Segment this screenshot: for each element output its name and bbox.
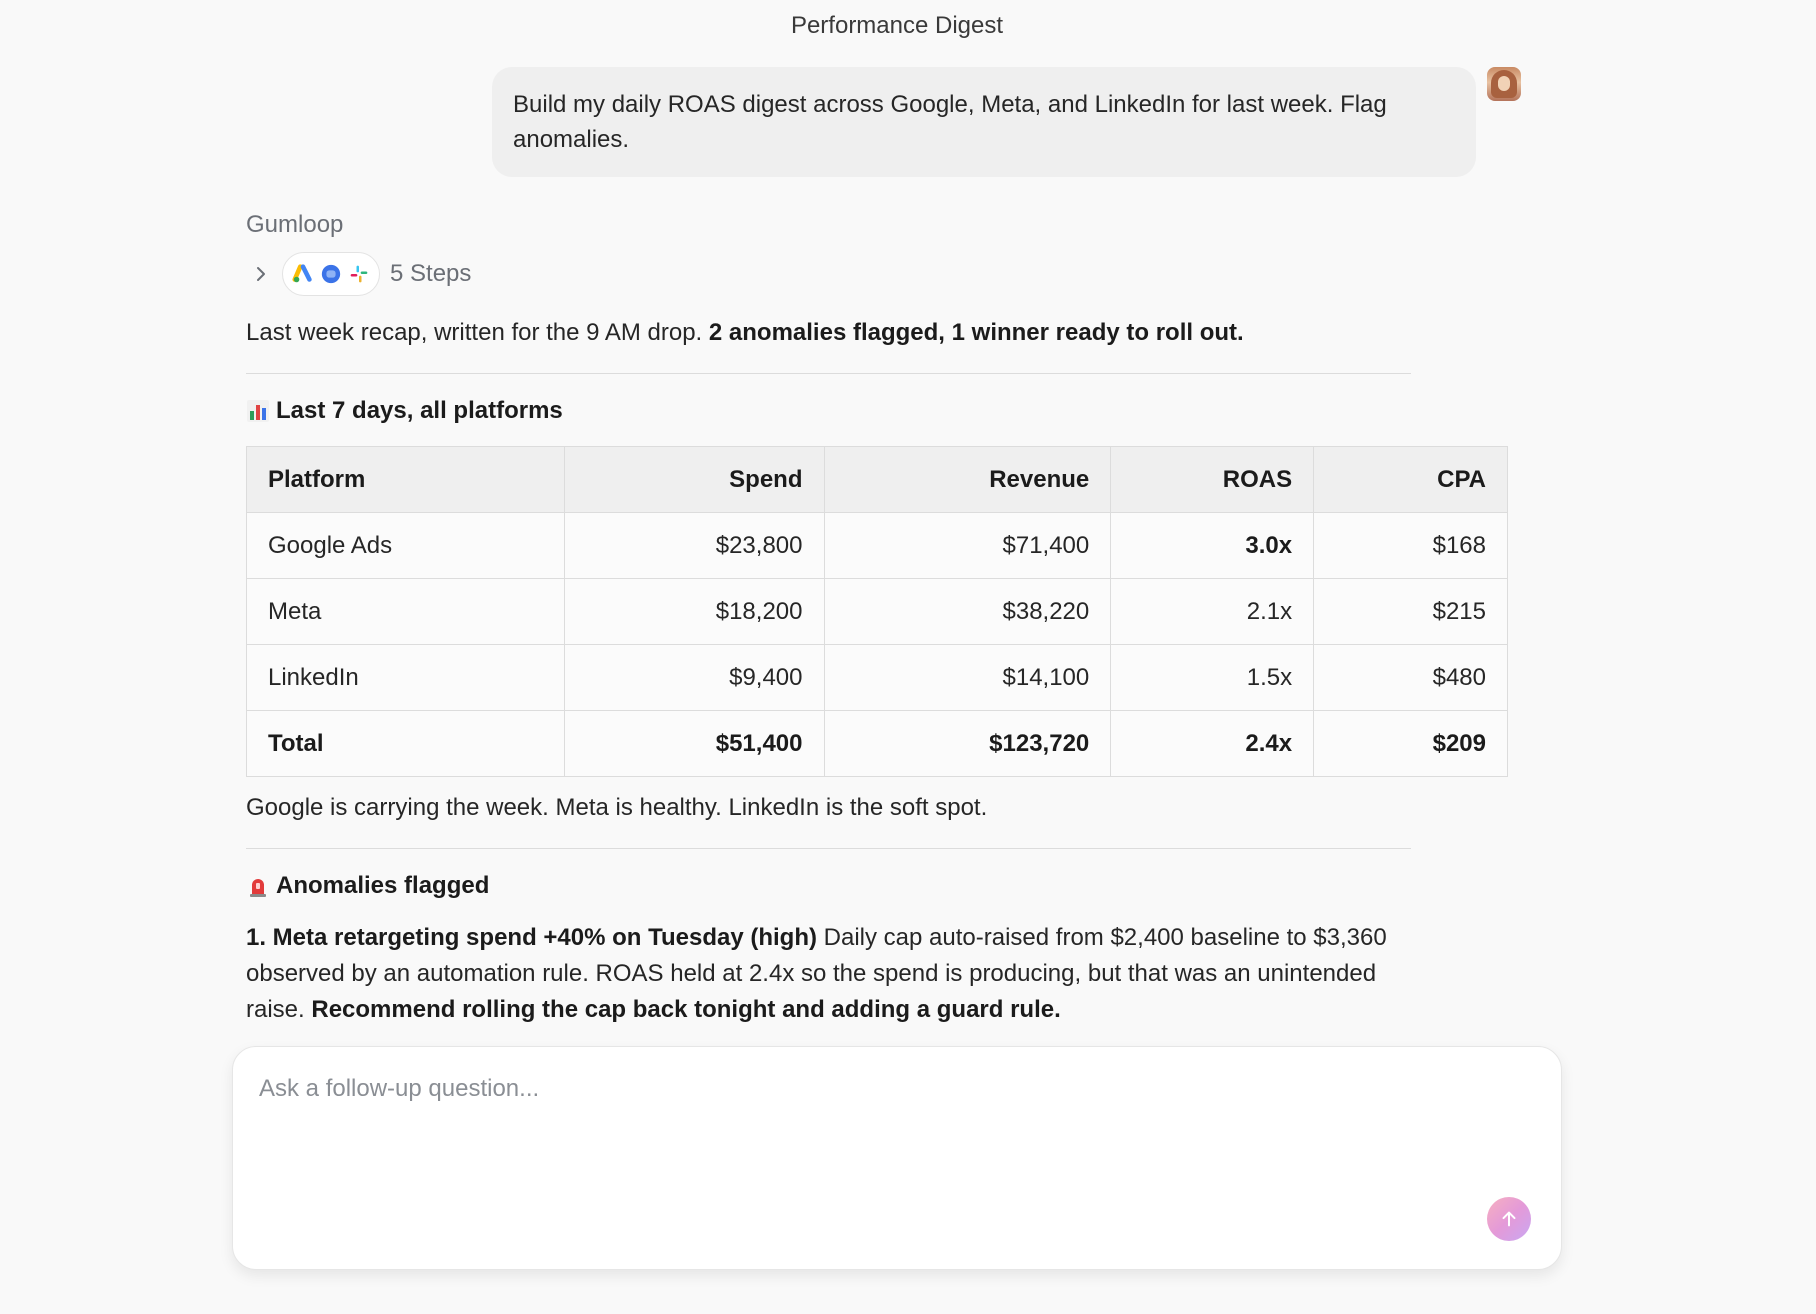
composer (232, 1046, 1562, 1270)
col-header-platform: Platform (246, 446, 565, 513)
divider (246, 373, 1411, 374)
table-row: Google Ads $23,800 $71,400 3.0x $168 (246, 512, 1508, 579)
steps-toggle[interactable]: 5 Steps (246, 252, 472, 296)
section-title: Anomalies flagged (276, 872, 490, 899)
arrow-up-icon (1502, 1211, 1516, 1227)
cell-spend: $23,800 (563, 512, 825, 579)
cell-spend: $18,200 (563, 578, 825, 645)
chevron-right-icon[interactable] (246, 254, 276, 294)
cell-roas: 2.1x (1110, 578, 1315, 645)
cell-roas: 1.5x (1110, 644, 1315, 711)
avatar-face (1498, 76, 1510, 91)
assistant-name: Gumloop (246, 211, 344, 238)
cell-total-revenue: $123,720 (823, 710, 1112, 777)
siren-icon (246, 874, 270, 898)
cell-cpa: $215 (1313, 578, 1508, 645)
cell-total-spend: $51,400 (563, 710, 825, 777)
send-button[interactable] (1487, 1197, 1531, 1241)
cell-platform: LinkedIn (246, 644, 565, 711)
table-row: LinkedIn $9,400 $14,100 1.5x $480 (246, 644, 1508, 711)
anomaly-item: 1. Meta retargeting spend +40% on Tuesda… (246, 920, 1426, 1028)
intro-paragraph: Last week recap, written for the 9 AM dr… (246, 315, 1244, 351)
anomaly-title: 1. Meta retargeting spend +40% on Tuesda… (246, 924, 817, 951)
intro-text: Last week recap, written for the 9 AM dr… (246, 319, 709, 346)
cell-total-label: Total (246, 710, 565, 777)
divider (246, 848, 1411, 849)
col-header-roas: ROAS (1110, 446, 1315, 513)
cell-revenue: $14,100 (823, 644, 1112, 711)
section-heading-platforms: Last 7 days, all platforms (246, 397, 563, 425)
cell-platform: Meta (246, 578, 565, 645)
cell-total-cpa: $209 (1313, 710, 1508, 777)
cell-platform: Google Ads (246, 512, 565, 579)
cell-revenue: $38,220 (823, 578, 1112, 645)
intro-highlight: 2 anomalies flagged, 1 winner ready to r… (708, 319, 1244, 346)
cell-revenue: $71,400 (823, 512, 1112, 579)
summary-paragraph: Google is carrying the week. Meta is hea… (246, 794, 988, 821)
slack-icon (343, 258, 375, 290)
page-title: Performance Digest (790, 12, 1004, 39)
table-total-row: Total $51,400 $123,720 2.4x $209 (246, 710, 1508, 777)
user-message-text: Build my daily ROAS digest across Google… (492, 67, 1476, 177)
chat-page: Performance Digest Build my daily ROAS d… (0, 0, 1816, 1314)
anomaly-recommendation: Recommend rolling the cap back tonight a… (311, 996, 1061, 1023)
bar-chart-icon (246, 399, 270, 423)
step-icons (282, 252, 380, 296)
col-header-spend: Spend (563, 446, 825, 513)
cell-cpa: $480 (1313, 644, 1508, 711)
section-title: Last 7 days, all platforms (276, 397, 563, 424)
cell-cpa: $168 (1313, 512, 1508, 579)
section-heading-anomalies: Anomalies flagged (246, 872, 489, 900)
user-avatar[interactable] (1487, 67, 1521, 101)
steps-count: 5 Steps (390, 260, 472, 287)
cell-total-roas: 2.4x (1110, 710, 1315, 777)
table-header-row: Platform Spend Revenue ROAS CPA (246, 446, 1508, 513)
col-header-revenue: Revenue (823, 446, 1112, 513)
platform-table: Platform Spend Revenue ROAS CPA Google A… (246, 446, 1508, 777)
user-message: Build my daily ROAS digest across Google… (492, 67, 1476, 177)
cell-spend: $9,400 (563, 644, 825, 711)
follow-up-input[interactable] (259, 1069, 1459, 1109)
cell-roas: 3.0x (1110, 512, 1315, 579)
table-row: Meta $18,200 $38,220 2.1x $215 (246, 578, 1508, 645)
col-header-cpa: CPA (1313, 446, 1508, 513)
